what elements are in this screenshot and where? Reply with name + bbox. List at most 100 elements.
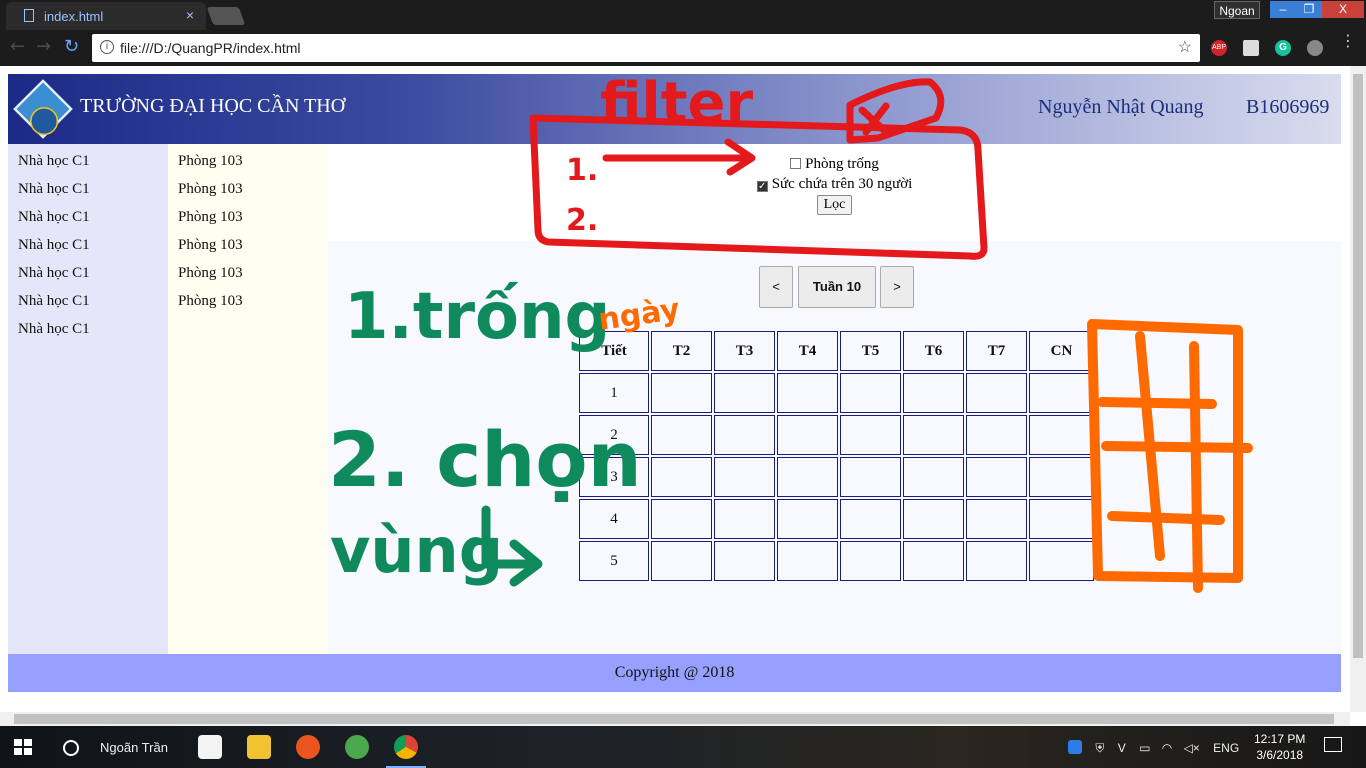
adblock-icon[interactable]: ABP — [1211, 40, 1227, 56]
room-item[interactable]: Phòng 103 — [168, 228, 328, 256]
room-item[interactable]: Phòng 103 — [168, 144, 328, 172]
schedule-cell[interactable] — [651, 457, 712, 497]
cat-extension-icon[interactable] — [1307, 40, 1323, 56]
schedule-cell[interactable] — [903, 415, 964, 455]
schedule-cell[interactable] — [714, 541, 775, 581]
building-item[interactable]: Nhà học C1 — [8, 284, 168, 312]
schedule-cell[interactable] — [1029, 415, 1094, 455]
room-item[interactable]: Phòng 103 — [168, 284, 328, 312]
schedule-cell[interactable] — [777, 541, 838, 581]
new-tab-button[interactable] — [206, 7, 246, 25]
store-icon[interactable] — [198, 735, 222, 759]
app-icon[interactable] — [345, 735, 369, 759]
schedule-cell[interactable] — [966, 457, 1027, 497]
next-week-button[interactable]: > — [880, 266, 914, 308]
schedule-cell[interactable] — [840, 499, 901, 539]
volume-icon[interactable]: ◁× — [1184, 741, 1200, 755]
room-item[interactable]: Phòng 103 — [168, 172, 328, 200]
schedule-cell[interactable] — [903, 373, 964, 413]
schedule-cell[interactable] — [840, 373, 901, 413]
browser-menu-icon[interactable]: ⋮ — [1340, 33, 1356, 49]
notification-icon[interactable] — [1324, 737, 1342, 752]
schedule-cell[interactable] — [903, 541, 964, 581]
tab-close-icon[interactable]: × — [186, 7, 194, 23]
info-icon[interactable]: i — [100, 40, 114, 54]
filter-button[interactable]: Lọc — [816, 195, 853, 215]
wifi-icon[interactable]: ◠ — [1162, 741, 1172, 755]
schedule-cell[interactable] — [840, 457, 901, 497]
minimize-button[interactable]: ‒ — [1270, 1, 1296, 18]
close-window-button[interactable]: X — [1322, 1, 1364, 18]
building-item[interactable]: Nhà học C1 — [8, 228, 168, 256]
url-text[interactable]: file:///D:/QuangPR/index.html — [120, 40, 301, 56]
schedule-cell[interactable] — [903, 499, 964, 539]
horizontal-scrollbar[interactable] — [0, 712, 1350, 726]
browser-tab[interactable]: index.html × — [6, 2, 206, 30]
schedule-cell[interactable] — [1029, 373, 1094, 413]
cortana-icon[interactable] — [63, 740, 79, 756]
schedule-cell[interactable] — [903, 457, 964, 497]
room-item[interactable]: Phòng 103 — [168, 200, 328, 228]
capacity-checkbox[interactable]: ✓ — [756, 181, 768, 192]
schedule-cell[interactable] — [714, 457, 775, 497]
forward-arrow-icon[interactable]: → — [36, 36, 51, 57]
empty-room-checkbox[interactable] — [790, 158, 802, 169]
room-item[interactable]: Phòng 103 — [168, 256, 328, 284]
room-list: Phòng 103 Phòng 103 Phòng 103 Phòng 103 … — [168, 144, 328, 654]
address-bar[interactable]: i file:///D:/QuangPR/index.html ☆ — [92, 34, 1200, 62]
schedule-cell[interactable] — [651, 541, 712, 581]
battery-icon[interactable]: ▭ — [1139, 741, 1150, 755]
taskbar-user-name[interactable]: Ngoãn Trần — [100, 740, 168, 755]
vertical-scrollbar[interactable] — [1350, 66, 1366, 712]
building-item[interactable]: Nhà học C1 — [8, 200, 168, 228]
student-id: B1606969 — [1246, 96, 1330, 118]
schedule-cell[interactable] — [651, 499, 712, 539]
period-number: 4 — [579, 499, 649, 539]
building-item[interactable]: Nhà học C1 — [8, 256, 168, 284]
back-arrow-icon[interactable]: ← — [10, 36, 25, 57]
language-indicator[interactable]: ENG — [1213, 741, 1239, 755]
reload-icon[interactable]: ↻ — [64, 36, 79, 57]
schedule-cell[interactable] — [777, 457, 838, 497]
schedule-cell[interactable] — [1029, 457, 1094, 497]
schedule-cell[interactable] — [777, 499, 838, 539]
building-item[interactable]: Nhà học C1 — [8, 144, 168, 172]
schedule-cell[interactable] — [1029, 499, 1094, 539]
ubuntu-icon[interactable] — [296, 735, 320, 759]
schedule-cell[interactable] — [966, 373, 1027, 413]
schedule-cell[interactable] — [777, 373, 838, 413]
week-label-button[interactable]: Tuần 10 — [798, 266, 876, 308]
bookmark-star-icon[interactable]: ☆ — [1178, 37, 1192, 57]
schedule-cell[interactable] — [966, 415, 1027, 455]
zalo-icon[interactable] — [1068, 740, 1082, 754]
schedule-cell[interactable] — [651, 373, 712, 413]
tray-v-icon[interactable]: V — [1118, 741, 1126, 755]
schedule-cell[interactable] — [966, 499, 1027, 539]
schedule-cell[interactable] — [777, 415, 838, 455]
taskbar-clock[interactable]: 12:17 PM 3/6/2018 — [1254, 731, 1305, 763]
scroll-thumb[interactable] — [14, 714, 1334, 724]
schedule-cell[interactable] — [714, 499, 775, 539]
file-explorer-icon[interactable] — [247, 735, 271, 759]
schedule-cell[interactable] — [1029, 541, 1094, 581]
grammarly-icon[interactable]: G — [1275, 40, 1291, 56]
shield-icon[interactable]: ⛨ — [1095, 741, 1104, 755]
profile-button[interactable]: Ngoan — [1214, 1, 1260, 19]
prev-week-button[interactable]: < — [759, 266, 793, 308]
schedule-cell[interactable] — [651, 415, 712, 455]
schedule-cell[interactable] — [714, 373, 775, 413]
building-item[interactable]: Nhà học C1 — [8, 172, 168, 200]
cube-extension-icon[interactable] — [1243, 40, 1259, 56]
student-name: Nguyễn Nhật Quang — [1038, 96, 1204, 118]
maximize-button[interactable]: ❐ — [1296, 1, 1322, 18]
windows-taskbar: Ngoãn Trần ⛨ V ▭ ◠ ◁× ENG 12:17 PM 3/6/2… — [0, 726, 1366, 768]
windows-start-icon[interactable] — [14, 739, 32, 755]
schedule-cell[interactable] — [714, 415, 775, 455]
schedule-cell[interactable] — [840, 415, 901, 455]
table-row: 5 — [579, 541, 1094, 581]
schedule-cell[interactable] — [966, 541, 1027, 581]
schedule-cell[interactable] — [840, 541, 901, 581]
scroll-thumb[interactable] — [1353, 74, 1363, 658]
chrome-icon[interactable] — [386, 735, 426, 768]
building-item[interactable]: Nhà học C1 — [8, 312, 168, 340]
